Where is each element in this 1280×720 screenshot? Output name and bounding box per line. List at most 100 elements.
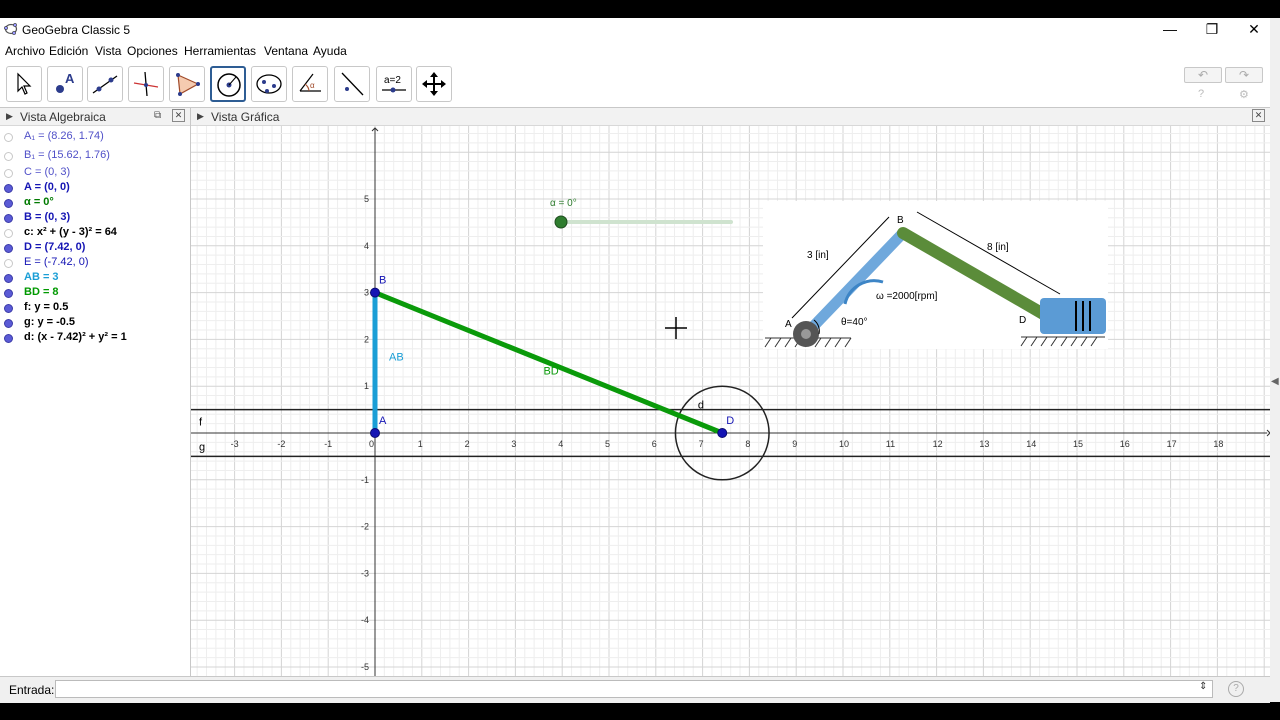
circle-center-point-icon bbox=[217, 73, 241, 97]
menu-herramientas[interactable]: Herramientas bbox=[184, 44, 256, 58]
x-tick-label: 9 bbox=[792, 439, 797, 449]
x-tick-label: -2 bbox=[277, 439, 285, 449]
label-b: B bbox=[379, 275, 386, 287]
visibility-toggle-icon[interactable] bbox=[4, 184, 13, 193]
close-panel-icon[interactable]: ✕ bbox=[1252, 109, 1265, 122]
angle-tool-button[interactable]: α bbox=[292, 66, 328, 102]
move-arrows-icon bbox=[422, 72, 446, 96]
x-tick-label: 8 bbox=[745, 439, 750, 449]
menu-bar: Archivo Edición Vista Opciones Herramien… bbox=[0, 42, 1280, 60]
restore-button[interactable]: ❐ bbox=[1190, 18, 1234, 40]
menu-ayuda[interactable]: Ayuda bbox=[313, 44, 347, 58]
svg-text:a=2: a=2 bbox=[384, 75, 401, 86]
slider-block bbox=[1040, 298, 1106, 334]
visibility-toggle-icon[interactable] bbox=[4, 199, 13, 208]
visibility-toggle-icon[interactable] bbox=[4, 214, 13, 223]
toolbar: A α a=2 ↶ ↷ ? ⚙ bbox=[0, 62, 1270, 108]
fig-theta: θ=40° bbox=[841, 317, 868, 328]
help-icon[interactable]: ? bbox=[1198, 88, 1204, 100]
algebra-item-label: B₁ = (15.62, 1.76) bbox=[24, 149, 110, 161]
label-bd: BD bbox=[543, 366, 558, 378]
segment-bd bbox=[374, 290, 724, 436]
algebra-view-title: Vista Algebraica bbox=[20, 110, 106, 124]
algebra-item-label: f: y = 0.5 bbox=[24, 301, 69, 313]
collapse-triangle-icon[interactable]: ▶ bbox=[6, 111, 13, 122]
visibility-toggle-icon[interactable] bbox=[4, 334, 13, 343]
move-tool-button[interactable] bbox=[6, 66, 42, 102]
y-tick-label: 5 bbox=[364, 194, 369, 204]
line-icon bbox=[92, 75, 118, 94]
undock-icon[interactable]: ⧉ bbox=[154, 110, 161, 121]
algebra-item-label: B = (0, 3) bbox=[24, 211, 71, 223]
x-tick-label: 13 bbox=[979, 439, 989, 449]
y-tick-label: -5 bbox=[361, 662, 369, 672]
visibility-toggle-icon[interactable] bbox=[4, 319, 13, 328]
x-tick-label: 18 bbox=[1213, 439, 1223, 449]
geogebra-window: GeoGebra Classic 5 — ❐ ✕ Archivo Edición… bbox=[0, 18, 1280, 703]
menu-edicion[interactable]: Edición bbox=[49, 44, 88, 58]
y-tick-label: 2 bbox=[364, 334, 369, 344]
input-help-icon[interactable]: ? bbox=[1228, 681, 1244, 697]
visibility-toggle-icon[interactable] bbox=[4, 133, 13, 142]
window-title: GeoGebra Classic 5 bbox=[22, 23, 131, 37]
x-tick-label: 10 bbox=[839, 439, 849, 449]
perpendicular-line-icon bbox=[133, 71, 159, 97]
input-label: Entrada: bbox=[9, 683, 55, 697]
x-tick-label: -3 bbox=[231, 439, 239, 449]
algebra-item-label: E = (-7.42, 0) bbox=[24, 256, 89, 268]
visibility-toggle-icon[interactable] bbox=[4, 152, 13, 161]
svg-text:α: α bbox=[310, 81, 315, 90]
ellipse-icon bbox=[256, 74, 282, 94]
slider-tool-button[interactable]: a=2 bbox=[376, 66, 412, 102]
menu-vista[interactable]: Vista bbox=[95, 44, 121, 58]
conic-tool-button[interactable] bbox=[251, 66, 287, 102]
redo-button[interactable]: ↷ bbox=[1225, 67, 1263, 83]
graphics-canvas[interactable]: -3 -2 -1 0 1 2 3 4 5 6 7 8 9 10 11 12 13 14 15 16 17 1854321-… bbox=[191, 108, 1270, 676]
circle-tool-button[interactable] bbox=[210, 66, 246, 102]
x-tick-label: 14 bbox=[1026, 439, 1036, 449]
label-d-circle: d bbox=[698, 400, 704, 412]
algebra-item-label: A = (0, 0) bbox=[24, 181, 70, 193]
connecting-rod-bd bbox=[897, 227, 1051, 321]
visibility-toggle-icon[interactable] bbox=[4, 274, 13, 283]
visibility-toggle-icon[interactable] bbox=[4, 229, 13, 238]
polygon-icon bbox=[176, 73, 200, 96]
point-tool-button[interactable]: A bbox=[47, 66, 83, 102]
close-panel-icon[interactable]: ✕ bbox=[172, 109, 185, 122]
line-tool-button[interactable] bbox=[87, 66, 123, 102]
minimize-button[interactable]: — bbox=[1148, 18, 1192, 40]
x-tick-label: 17 bbox=[1167, 439, 1177, 449]
visibility-toggle-icon[interactable] bbox=[4, 259, 13, 268]
y-tick-label: -3 bbox=[361, 568, 369, 578]
x-tick-label: 12 bbox=[933, 439, 943, 449]
algebra-item-label: BD = 8 bbox=[24, 286, 59, 298]
algebra-item-label: α = 0° bbox=[24, 196, 54, 208]
algebra-view-header: ▶ Vista Algebraica ⧉ ✕ bbox=[0, 108, 190, 126]
label-ab: AB bbox=[389, 351, 404, 363]
polygon-tool-button[interactable] bbox=[169, 66, 205, 102]
visibility-toggle-icon[interactable] bbox=[4, 289, 13, 298]
collapse-triangle-icon[interactable]: ▶ bbox=[197, 111, 204, 122]
visibility-toggle-icon[interactable] bbox=[4, 169, 13, 178]
input-field[interactable] bbox=[55, 680, 1213, 698]
settings-gear-icon[interactable]: ⚙ bbox=[1239, 88, 1249, 101]
reflect-tool-button[interactable] bbox=[334, 66, 370, 102]
move-view-tool-button[interactable] bbox=[416, 66, 452, 102]
arrow-pointer-icon bbox=[17, 72, 32, 95]
svg-text:A: A bbox=[65, 71, 75, 86]
graphics-view[interactable]: ▶ Vista Gráfica ✕ -3 -2 -1 0 1 2 3 4 5 6 7 8 9 10 11 12… bbox=[191, 108, 1270, 676]
input-bar: Entrada: ⇕ ? bbox=[0, 676, 1270, 703]
perpendicular-tool-button[interactable] bbox=[128, 66, 164, 102]
menu-archivo[interactable]: Archivo bbox=[5, 44, 45, 58]
expand-panel-icon[interactable]: ◀ bbox=[1271, 376, 1279, 387]
slider-crank-diagram: A B D 3 [in] 8 [in] ω =2000[rpm] θ=40° bbox=[764, 211, 1106, 348]
visibility-toggle-icon[interactable] bbox=[4, 244, 13, 253]
input-history-icon[interactable]: ⇕ bbox=[1199, 681, 1207, 692]
graphics-view-header: ▶ Vista Gráfica ✕ bbox=[191, 108, 1270, 126]
menu-opciones[interactable]: Opciones bbox=[127, 44, 178, 58]
x-tick-label: 4 bbox=[558, 439, 563, 449]
undo-button[interactable]: ↶ bbox=[1184, 67, 1222, 83]
visibility-toggle-icon[interactable] bbox=[4, 304, 13, 313]
menu-ventana[interactable]: Ventana bbox=[264, 44, 308, 58]
y-tick-label: 4 bbox=[364, 241, 369, 251]
